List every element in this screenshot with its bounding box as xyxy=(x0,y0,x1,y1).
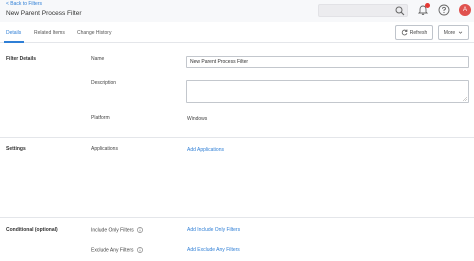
resize-handle-icon[interactable] xyxy=(463,97,467,101)
notification-badge xyxy=(425,3,430,8)
conditional-heading: Conditional (optional) xyxy=(6,227,58,233)
name-label: Name xyxy=(91,56,105,62)
section-divider xyxy=(0,217,474,218)
settings-heading: Settings xyxy=(6,146,26,152)
user-avatar[interactable]: A xyxy=(459,4,471,16)
help-button[interactable] xyxy=(438,4,450,16)
tab-bar: Details Related Items Change History Ref… xyxy=(0,22,474,43)
search-input[interactable] xyxy=(318,4,408,17)
info-icon[interactable] xyxy=(136,227,143,233)
more-dropdown-button[interactable]: More xyxy=(438,25,469,40)
notifications-button[interactable] xyxy=(417,3,430,16)
applications-label: Applications xyxy=(91,146,118,152)
search-icon[interactable] xyxy=(395,6,405,16)
description-field[interactable] xyxy=(186,80,469,103)
more-label: More xyxy=(443,29,456,36)
info-icon[interactable] xyxy=(136,247,143,253)
exclude-any-filters-label: Exclude Any Filters xyxy=(91,247,143,253)
refresh-label: Refresh xyxy=(409,29,428,36)
tab-related-items[interactable]: Related Items xyxy=(34,30,65,36)
add-exclude-any-filters-link[interactable]: Add Exclude Any Filters xyxy=(187,247,240,253)
name-field-value: New Parent Process Filter xyxy=(190,59,249,65)
name-field[interactable]: New Parent Process Filter xyxy=(186,56,469,68)
back-to-filters-link[interactable]: < Back to Filters xyxy=(6,1,42,7)
help-icon xyxy=(438,4,450,16)
active-tab-indicator xyxy=(4,41,24,43)
add-include-only-filters-link[interactable]: Add Include Only Filters xyxy=(187,227,240,233)
platform-value: Windows xyxy=(187,116,208,122)
page-title: New Parent Process Filter xyxy=(6,10,82,17)
add-applications-link[interactable]: Add Applications xyxy=(187,147,224,153)
include-only-filters-label: Include Only Filters xyxy=(91,227,143,233)
refresh-icon xyxy=(401,29,408,36)
tab-change-history[interactable]: Change History xyxy=(77,30,111,36)
description-label: Description xyxy=(91,80,117,86)
page-header: < Back to Filters New Parent Process Fil… xyxy=(0,0,474,22)
platform-label: Platform xyxy=(91,115,110,121)
tab-details[interactable]: Details xyxy=(6,30,21,36)
chevron-down-icon xyxy=(458,31,463,34)
filter-details-heading: Filter Details xyxy=(6,56,37,62)
include-only-filters-text: Include Only Filters xyxy=(91,227,134,234)
refresh-button[interactable]: Refresh xyxy=(395,25,433,40)
exclude-any-filters-text: Exclude Any Filters xyxy=(91,247,134,254)
section-divider xyxy=(0,137,474,138)
